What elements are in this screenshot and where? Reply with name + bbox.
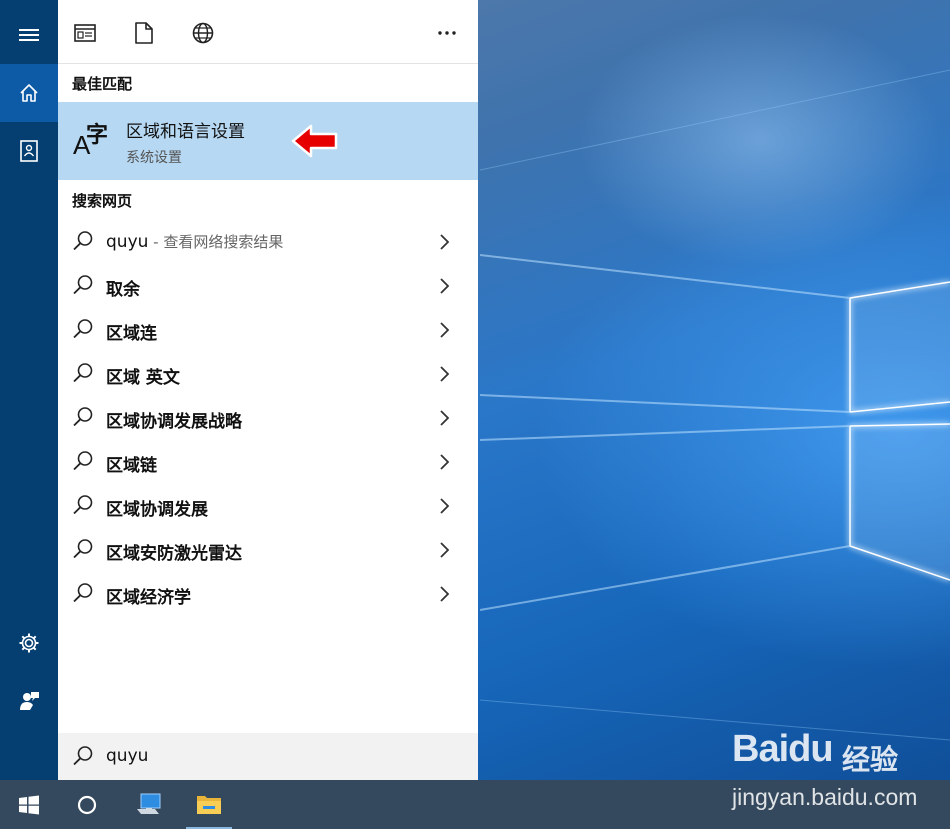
hamburger-menu-icon	[19, 29, 39, 41]
search-icon	[73, 539, 93, 559]
search-icon	[73, 275, 93, 295]
language-settings-icon: A 字	[73, 122, 108, 160]
best-match-title: 区域和语言设置	[126, 122, 245, 142]
chevron-right-icon	[440, 586, 450, 602]
filter-toolbar	[58, 0, 478, 64]
notebook-icon	[20, 140, 38, 162]
search-results-panel: 最佳匹配 A 字 区域和语言设置 系统设置 搜索网页 quyu - 查看网络搜索…	[58, 0, 478, 780]
suggestion-row[interactable]: 区域链	[58, 440, 478, 484]
more-options-button[interactable]	[432, 18, 462, 48]
home-button[interactable]	[0, 64, 58, 122]
svg-text:字: 字	[86, 122, 108, 148]
watermark-logo-text: Baidu	[732, 728, 834, 770]
red-arrow-annotation	[291, 124, 338, 158]
search-icon	[73, 451, 93, 471]
this-pc-button[interactable]	[126, 780, 172, 829]
suggestion-text: 区域 英文	[106, 368, 180, 388]
search-icon	[73, 583, 93, 603]
best-match-label: 最佳匹配	[72, 75, 133, 93]
notebook-button[interactable]	[0, 122, 58, 180]
start-sidebar	[0, 0, 58, 780]
windows-start-icon	[19, 795, 39, 814]
chevron-right-icon	[440, 322, 450, 338]
cortana-icon	[77, 795, 97, 814]
apps-filter-icon	[74, 24, 96, 42]
web-filter-icon	[192, 22, 214, 44]
feedback-button[interactable]	[0, 672, 58, 730]
chevron-right-icon	[440, 454, 450, 470]
suggestion-row[interactable]: 区域安防激光雷达	[58, 528, 478, 572]
apps-filter-button[interactable]	[70, 18, 100, 48]
suggestion-row[interactable]: 区域协调发展	[58, 484, 478, 528]
best-match-subtitle: 系统设置	[126, 150, 182, 166]
suggestion-text: 取余	[106, 280, 140, 300]
suggestion-row[interactable]: 区域经济学	[58, 572, 478, 616]
watermark-cn-text: 经验	[842, 743, 899, 776]
web-search-query: quyu	[106, 232, 149, 252]
suggestion-row[interactable]: 区域 英文	[58, 352, 478, 396]
web-filter-button[interactable]	[188, 18, 218, 48]
documents-filter-button[interactable]	[129, 18, 159, 48]
file-explorer-button[interactable]	[186, 780, 232, 829]
suggestion-text: 区域安防激光雷达	[106, 544, 242, 564]
suggestion-text: 区域协调发展	[106, 500, 208, 520]
chevron-right-icon	[440, 410, 450, 426]
file-explorer-icon	[197, 795, 221, 814]
suggestion-text: 区域经济学	[106, 588, 191, 608]
settings-button[interactable]	[0, 614, 58, 672]
suggestion-text: 区域链	[106, 456, 157, 476]
suggestion-text: 区域连	[106, 324, 157, 344]
chevron-right-icon	[440, 498, 450, 514]
hamburger-menu-button[interactable]	[0, 6, 58, 64]
cortana-button[interactable]	[64, 780, 110, 829]
home-icon	[20, 84, 38, 102]
documents-filter-icon	[135, 22, 153, 44]
suggestion-text: 区域协调发展战略	[106, 412, 242, 432]
chevron-right-icon	[440, 542, 450, 558]
more-options-icon	[438, 31, 456, 35]
search-icon	[73, 407, 93, 427]
search-input[interactable]	[106, 742, 446, 770]
suggestion-row[interactable]: 取余	[58, 264, 478, 308]
search-icon	[73, 231, 93, 251]
search-icon	[73, 746, 93, 766]
search-icon	[73, 495, 93, 515]
best-match-result[interactable]: A 字 区域和语言设置 系统设置	[58, 102, 478, 180]
search-icon	[73, 319, 93, 339]
search-web-label: 搜索网页	[72, 192, 133, 210]
chevron-right-icon	[440, 278, 450, 294]
start-button[interactable]	[6, 780, 52, 829]
search-box[interactable]	[58, 733, 478, 780]
web-search-hint: - 查看网络搜索结果	[148, 233, 284, 251]
web-search-text: quyu - 查看网络搜索结果	[106, 231, 283, 252]
chevron-right-icon	[440, 366, 450, 382]
search-icon	[73, 363, 93, 383]
web-search-row[interactable]: quyu - 查看网络搜索结果	[58, 220, 478, 264]
feedback-icon	[20, 692, 39, 710]
watermark-url: jingyan.baidu.com	[732, 784, 918, 810]
computer-icon	[137, 793, 161, 814]
baidu-jingyan-watermark: Baidu 经验 jingyan.baidu.com	[732, 728, 942, 818]
suggestion-row[interactable]: 区域协调发展战略	[58, 396, 478, 440]
suggestion-row[interactable]: 区域连	[58, 308, 478, 352]
gear-icon	[19, 633, 39, 653]
chevron-right-icon	[440, 234, 450, 250]
